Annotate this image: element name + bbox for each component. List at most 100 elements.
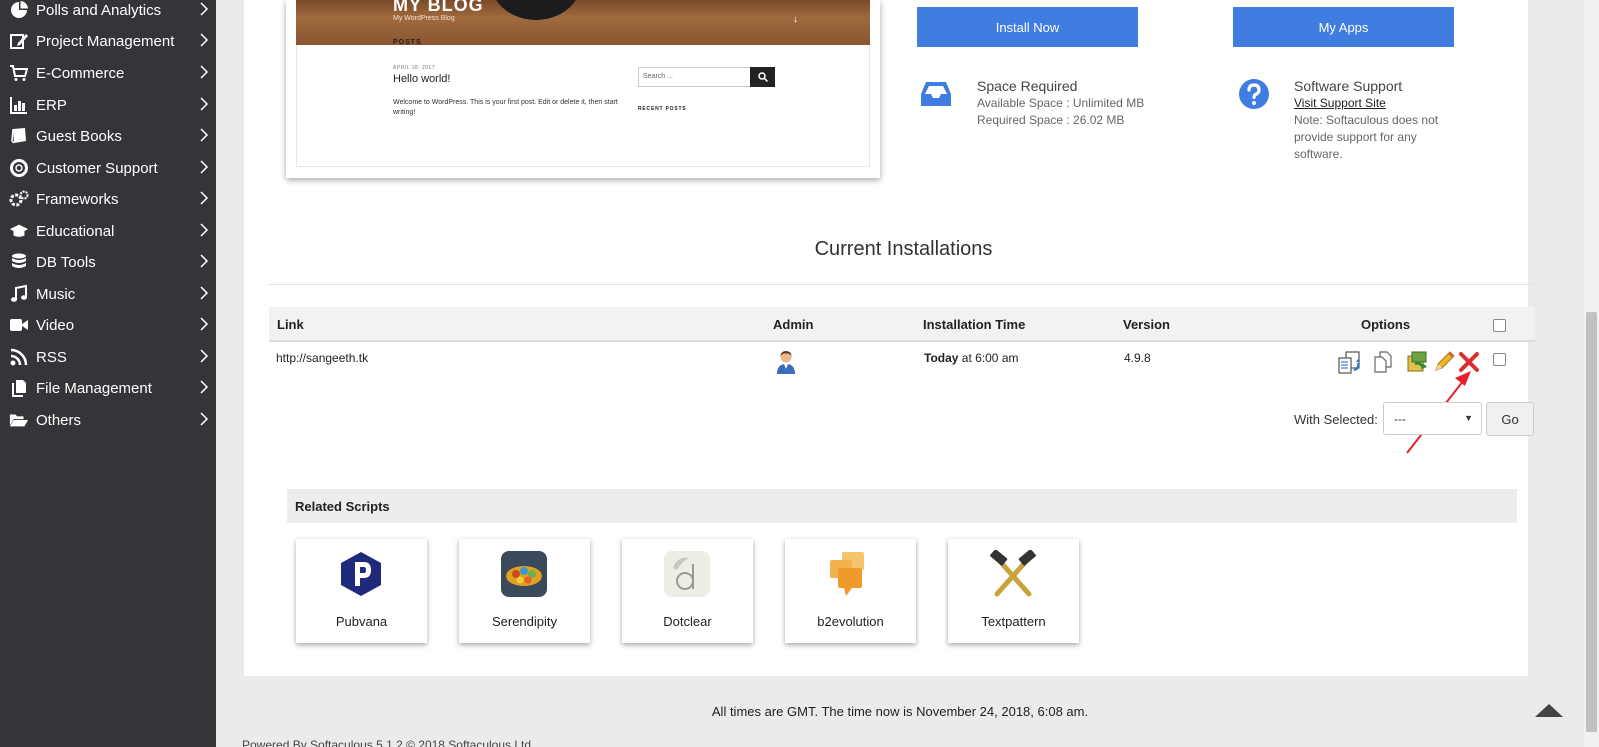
sidebar-item-label: Customer Support bbox=[36, 159, 158, 177]
sidebar: Polls and Analytics Project Management E… bbox=[0, 0, 216, 747]
sidebar-item-e-commerce[interactable]: E-Commerce bbox=[0, 57, 216, 89]
music-icon bbox=[9, 285, 29, 303]
chevron-right-icon bbox=[200, 33, 209, 47]
column-header-version: Version bbox=[1123, 317, 1170, 332]
sidebar-item-rss[interactable]: RSS bbox=[0, 341, 216, 373]
admin-user-icon[interactable] bbox=[776, 350, 796, 375]
sidebar-item-label: Others bbox=[36, 411, 82, 429]
files-icon bbox=[9, 379, 29, 397]
my-apps-button[interactable]: My Apps bbox=[1233, 7, 1454, 47]
chevron-right-icon bbox=[200, 191, 209, 205]
preview-blog-subtitle: My WordPress Blog bbox=[393, 15, 455, 22]
chevron-right-icon bbox=[200, 349, 209, 363]
b2evolution-logo-icon bbox=[830, 552, 864, 596]
chevron-right-icon bbox=[200, 286, 209, 300]
sidebar-item-label: Educational bbox=[36, 222, 115, 240]
visit-support-site-link[interactable]: Visit Support Site bbox=[1294, 96, 1386, 110]
inbox-icon bbox=[921, 82, 951, 106]
backup-icon[interactable] bbox=[1406, 350, 1430, 374]
column-header-link: Link bbox=[277, 317, 304, 332]
chevron-right-icon bbox=[200, 317, 209, 331]
sidebar-item-others[interactable]: Others bbox=[0, 404, 216, 436]
select-all-checkbox[interactable] bbox=[1493, 319, 1506, 332]
sidebar-item-frameworks[interactable]: Frameworks bbox=[0, 183, 216, 215]
preview-posts-heading: POSTS bbox=[393, 39, 422, 46]
space-required-title: Space Required bbox=[977, 78, 1078, 94]
pencil-icon[interactable] bbox=[1432, 350, 1456, 374]
column-header-options: Options bbox=[1361, 317, 1411, 332]
shopping-cart-icon bbox=[9, 64, 29, 82]
support-note-line-2: provide support for any bbox=[1294, 130, 1417, 144]
sidebar-item-video[interactable]: Video bbox=[0, 309, 216, 341]
sidebar-item-polls-and-analytics[interactable]: Polls and Analytics bbox=[0, 0, 216, 26]
sidebar-item-erp[interactable]: ERP bbox=[0, 89, 216, 121]
page-scrollbar[interactable] bbox=[1584, 0, 1599, 747]
go-button[interactable]: Go bbox=[1486, 402, 1534, 436]
installation-link[interactable]: http://sangeeth.tk bbox=[276, 351, 368, 365]
pie-chart-icon bbox=[9, 1, 29, 19]
required-space: Required Space : 26.02 MB bbox=[977, 113, 1125, 127]
sidebar-item-customer-support[interactable]: Customer Support bbox=[0, 152, 216, 184]
sidebar-item-music[interactable]: Music bbox=[0, 278, 216, 310]
sidebar-item-label: RSS bbox=[36, 348, 67, 366]
preview-hero-object bbox=[491, 0, 581, 20]
cogs-icon bbox=[9, 190, 29, 208]
bar-chart-icon bbox=[9, 96, 29, 114]
delete-icon[interactable] bbox=[1457, 350, 1481, 374]
related-script-label: Dotclear bbox=[663, 614, 712, 629]
arrow-down-icon: ↓ bbox=[793, 14, 798, 25]
current-installations-title: Current Installations bbox=[814, 238, 993, 260]
question-circle-icon bbox=[1239, 79, 1269, 109]
with-selected-dropdown[interactable]: --- ▼ bbox=[1383, 402, 1482, 435]
sidebar-item-label: Project Management bbox=[36, 32, 175, 50]
preview-post-date: APRIL 18, 2017 bbox=[393, 65, 436, 71]
pubvana-logo-icon bbox=[341, 552, 381, 596]
with-selected-label: With Selected: bbox=[1294, 412, 1378, 427]
book-icon bbox=[9, 127, 29, 145]
sidebar-item-file-management[interactable]: File Management bbox=[0, 372, 216, 404]
related-script-label: Textpattern bbox=[981, 614, 1046, 629]
chevron-right-icon bbox=[200, 412, 209, 426]
rss-icon bbox=[9, 348, 29, 366]
caret-down-icon: ▼ bbox=[1464, 413, 1473, 423]
footer-time-note: All times are GMT. The time now is Novem… bbox=[711, 704, 1089, 719]
chevron-right-icon bbox=[200, 160, 209, 174]
installation-time-rest: at 6:00 am bbox=[958, 351, 1019, 365]
software-support-title: Software Support bbox=[1294, 78, 1403, 94]
sidebar-item-label: Guest Books bbox=[36, 127, 122, 145]
divider bbox=[268, 284, 1536, 285]
related-script-label: b2evolution bbox=[817, 614, 884, 629]
preview-blog-title: MY BLOG bbox=[393, 0, 484, 15]
chevron-right-icon bbox=[200, 2, 209, 16]
preview-search-field: Search ... bbox=[638, 67, 753, 87]
sidebar-item-guest-books[interactable]: Guest Books bbox=[0, 120, 216, 152]
installation-version: 4.9.8 bbox=[1124, 351, 1151, 365]
row-checkbox[interactable] bbox=[1493, 353, 1506, 366]
video-camera-icon bbox=[9, 316, 29, 334]
related-script-serendipity[interactable]: Serendipity bbox=[459, 539, 590, 643]
chevron-right-icon bbox=[200, 223, 209, 237]
with-selected-value: --- bbox=[1394, 412, 1406, 426]
sidebar-item-label: Polls and Analytics bbox=[36, 1, 162, 19]
related-script-textpattern[interactable]: Textpattern bbox=[948, 539, 1079, 643]
sidebar-item-label: E-Commerce bbox=[36, 64, 125, 82]
chevron-right-icon bbox=[200, 128, 209, 142]
sidebar-item-label: ERP bbox=[36, 96, 67, 114]
install-now-button[interactable]: Install Now bbox=[917, 7, 1138, 47]
clone-icon[interactable] bbox=[1337, 350, 1361, 374]
preview-hero-image: MY BLOG My WordPress Blog ↓ bbox=[296, 0, 870, 45]
related-script-label: Pubvana bbox=[335, 614, 388, 629]
copy-icon[interactable] bbox=[1372, 350, 1396, 374]
installation-time: Today at 6:00 am bbox=[924, 351, 1019, 365]
related-script-dotclear[interactable]: Dotclear bbox=[622, 539, 753, 643]
related-script-pubvana[interactable]: Pubvana bbox=[296, 539, 427, 643]
scroll-to-top-icon[interactable] bbox=[1535, 703, 1563, 719]
column-header-admin: Admin bbox=[773, 317, 814, 332]
sidebar-item-project-management[interactable]: Project Management bbox=[0, 25, 216, 57]
dotclear-logo-icon bbox=[664, 551, 710, 597]
related-script-label: Serendipity bbox=[491, 614, 558, 629]
related-script-b2evolution[interactable]: b2evolution bbox=[785, 539, 916, 643]
scrollbar-thumb[interactable] bbox=[1586, 312, 1597, 732]
preview-recent-posts-heading: RECENT POSTS bbox=[638, 106, 687, 112]
folder-open-icon bbox=[9, 411, 29, 429]
